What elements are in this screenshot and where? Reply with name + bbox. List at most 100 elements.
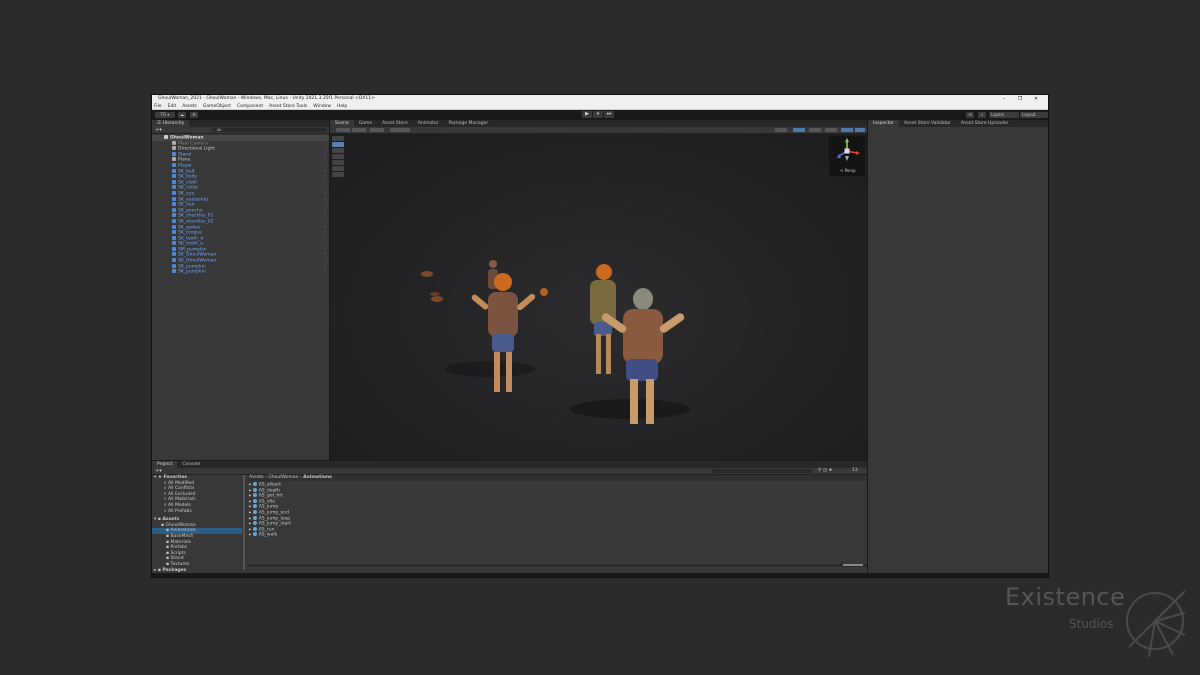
prefab-icon <box>172 224 176 229</box>
prefab-icon <box>172 196 176 201</box>
grid-snap-dropdown[interactable] <box>370 128 384 132</box>
rect-tool[interactable] <box>332 160 344 165</box>
move-tool[interactable] <box>332 142 344 147</box>
settings-icon[interactable]: ⚙ <box>190 112 198 118</box>
tab-console[interactable]: Console <box>177 461 205 468</box>
cloud-icon[interactable]: ☁ <box>178 112 186 118</box>
project-toolbar: +▾ ⚲ ◫ ★ 13 <box>152 468 867 475</box>
shading-dropdown[interactable] <box>775 128 787 132</box>
prefab-icon <box>172 174 176 179</box>
scene-viewport[interactable]: < Persp <box>330 134 867 460</box>
tool-palette <box>332 136 344 177</box>
ghoul-characters-render <box>421 260 690 424</box>
animation-clip-icon <box>252 498 257 503</box>
tree-scrollbar[interactable] <box>243 475 245 570</box>
account-button[interactable]: TG ▾ <box>155 112 175 118</box>
project-panel: Project Console +▾ ⚲ ◫ ★ 13 ▾ ★ Favorites… <box>152 461 867 573</box>
menu-edit[interactable]: Edit <box>168 103 177 109</box>
tab-animator[interactable]: Animator <box>413 120 444 127</box>
prefab-icon <box>172 185 176 190</box>
item-count: 13 <box>852 468 858 473</box>
lighting-toggle[interactable] <box>809 128 821 132</box>
create-icon[interactable]: +▾ <box>155 468 162 474</box>
scene-panel: Scene Game Asset Store Animator Package Mana… <box>330 120 867 460</box>
project-tree: ▾ ★ Favorites ⌕ All Modified ⌕ All Confli… <box>152 475 242 573</box>
project-search-input[interactable] <box>712 469 812 473</box>
existence-studios-watermark: Existence Studios <box>1005 583 1195 663</box>
layers-dropdown[interactable]: Layers <box>989 112 1019 118</box>
maximize-button[interactable]: ❐ <box>1012 95 1028 103</box>
audio-toggle[interactable] <box>825 128 837 132</box>
pivot-dropdown[interactable] <box>352 128 366 132</box>
menu-asset-store-tools[interactable]: Asset Store Tools <box>269 103 307 109</box>
breadcrumb-assets[interactable]: Assets <box>249 475 264 480</box>
tab-asset-store[interactable]: Asset Store <box>377 120 413 127</box>
menu-window[interactable]: Window <box>313 103 331 109</box>
tab-scene[interactable]: Scene <box>330 120 354 127</box>
orientation-gizmo[interactable]: < Persp <box>829 136 865 176</box>
tab-package-manager[interactable]: Package Manager <box>443 120 493 127</box>
scale-tool[interactable] <box>332 154 344 159</box>
custom-tool[interactable] <box>332 172 344 177</box>
hierarchy-tabs: ☰ Hierarchy <box>152 120 329 127</box>
gameobject-icon <box>172 146 176 151</box>
favorite-item-label: All Materials <box>167 497 196 503</box>
tab-project[interactable]: Project <box>152 461 178 468</box>
snap-increment-dropdown[interactable] <box>390 128 410 132</box>
favorite-item[interactable]: ⌕ All Prefabs <box>152 509 242 515</box>
menu-gameobject[interactable]: GameObject <box>203 103 231 109</box>
status-bar <box>152 573 1048 577</box>
window-title: GhoulWoman_2021 - GhoulWoman - Windows, … <box>158 96 375 101</box>
hierarchy-item[interactable]: SK_pumpkin › <box>152 269 329 275</box>
tab-inspector[interactable]: Inspector <box>868 120 899 127</box>
inspector-body <box>868 127 1048 573</box>
breadcrumb-animations[interactable]: Animations <box>303 475 332 480</box>
close-button[interactable]: ✕ <box>1028 95 1044 103</box>
zoom-slider[interactable] <box>843 564 863 566</box>
play-button[interactable]: ▶ <box>582 111 592 118</box>
rotate-tool[interactable] <box>332 148 344 153</box>
project-content: Assets › GhoulWoman › Animations ▸ AS_at… <box>247 475 867 573</box>
hierarchy-search-input[interactable]: All <box>212 128 327 132</box>
file-item[interactable]: ▸ AS_walk <box>247 532 867 538</box>
search-icon[interactable]: ⌕ <box>978 112 986 118</box>
tab-asset-store-uploader[interactable]: Asset Store Uploader <box>956 120 1013 127</box>
scene-tabs: Scene Game Asset Store Animator Package Mana… <box>330 120 867 127</box>
gizmos-toggle[interactable] <box>855 128 865 132</box>
tab-asset-store-validator[interactable]: Asset Store Validator <box>899 120 956 127</box>
camera-settings-button[interactable] <box>841 128 853 132</box>
filter-icon[interactable]: ⚲ ◫ ★ <box>818 468 832 474</box>
minimize-button[interactable]: – <box>996 95 1012 103</box>
animation-clip-icon <box>252 487 257 492</box>
transform-tool[interactable] <box>332 166 344 171</box>
tab-game[interactable]: Game <box>354 120 377 127</box>
step-button[interactable]: ⏭ <box>604 111 614 118</box>
chevron-right-icon[interactable]: › <box>324 269 326 275</box>
prefab-icon <box>172 252 176 257</box>
animation-clip-icon <box>252 482 257 486</box>
hand-tool[interactable] <box>332 136 344 141</box>
folder-item-label: Textures <box>170 561 190 567</box>
breadcrumb-ghoulwoman[interactable]: GhoulWoman <box>268 475 298 480</box>
favorite-item-label: All Modified <box>167 480 195 486</box>
menu-component[interactable]: Component <box>237 103 263 109</box>
favorite-item-label: All Conflicts <box>167 486 195 492</box>
layout-dropdown[interactable]: Layout <box>1020 112 1048 118</box>
menu-help[interactable]: Help <box>337 103 347 109</box>
tab-hierarchy[interactable]: ☰ Hierarchy <box>152 120 190 127</box>
prefab-icon <box>172 258 176 263</box>
assets-tree: ▪ GhoulWoman ▪ Animations ▪ BaseMesh ▪ Mate… <box>152 523 242 568</box>
folder-item-label: BaseMesh <box>170 533 194 539</box>
menu-assets[interactable]: Assets <box>182 103 197 109</box>
prefab-icon <box>172 202 176 207</box>
draw-mode-dropdown[interactable] <box>336 128 350 132</box>
pause-button[interactable]: ⏸ <box>593 111 603 118</box>
gameobject-icon <box>172 157 176 162</box>
history-icon[interactable]: ⟲ <box>966 112 974 118</box>
watermark-subtitle: Studios <box>1069 617 1114 631</box>
packages-label: Packages <box>162 567 187 573</box>
menu-file[interactable]: File <box>154 103 162 109</box>
2d-toggle[interactable] <box>793 128 805 132</box>
add-icon[interactable]: +▾ <box>155 127 162 133</box>
tab-hierarchy-label: Hierarchy <box>162 121 185 126</box>
